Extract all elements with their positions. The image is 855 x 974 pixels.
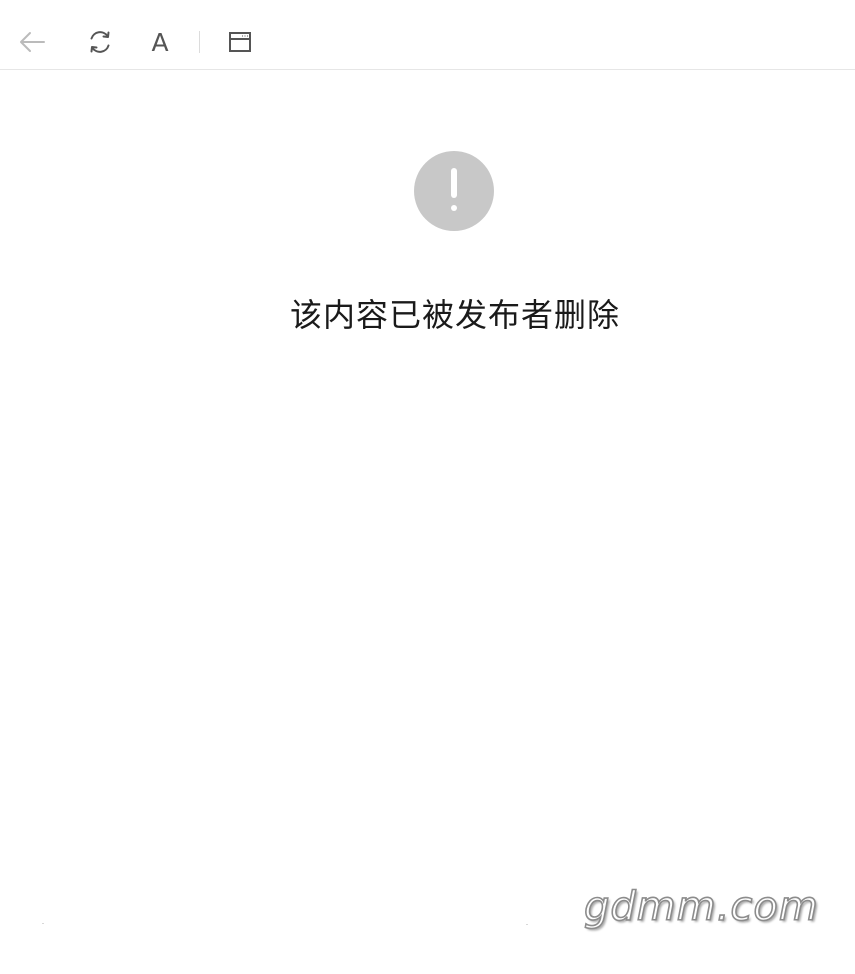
watermark-logo: gdmm.com xyxy=(583,883,819,931)
refresh-icon xyxy=(90,31,110,53)
back-button[interactable] xyxy=(16,26,48,58)
open-in-browser-button[interactable] xyxy=(224,26,256,58)
toolbar: A xyxy=(0,0,855,70)
deleted-content-message: 该内容已被发布者删除 xyxy=(289,296,620,334)
arrow-left-icon xyxy=(20,32,45,52)
refresh-button[interactable] xyxy=(84,26,116,58)
font-size-label: A xyxy=(151,27,169,57)
toolbar-divider xyxy=(199,31,200,53)
exclamation-circle-icon xyxy=(414,151,494,231)
browser-window-icon xyxy=(229,32,251,52)
speck xyxy=(526,924,528,925)
font-size-button[interactable]: A xyxy=(144,26,176,58)
exclamation-dot xyxy=(451,205,457,211)
exclamation-bar xyxy=(451,168,457,198)
speck xyxy=(42,923,44,924)
